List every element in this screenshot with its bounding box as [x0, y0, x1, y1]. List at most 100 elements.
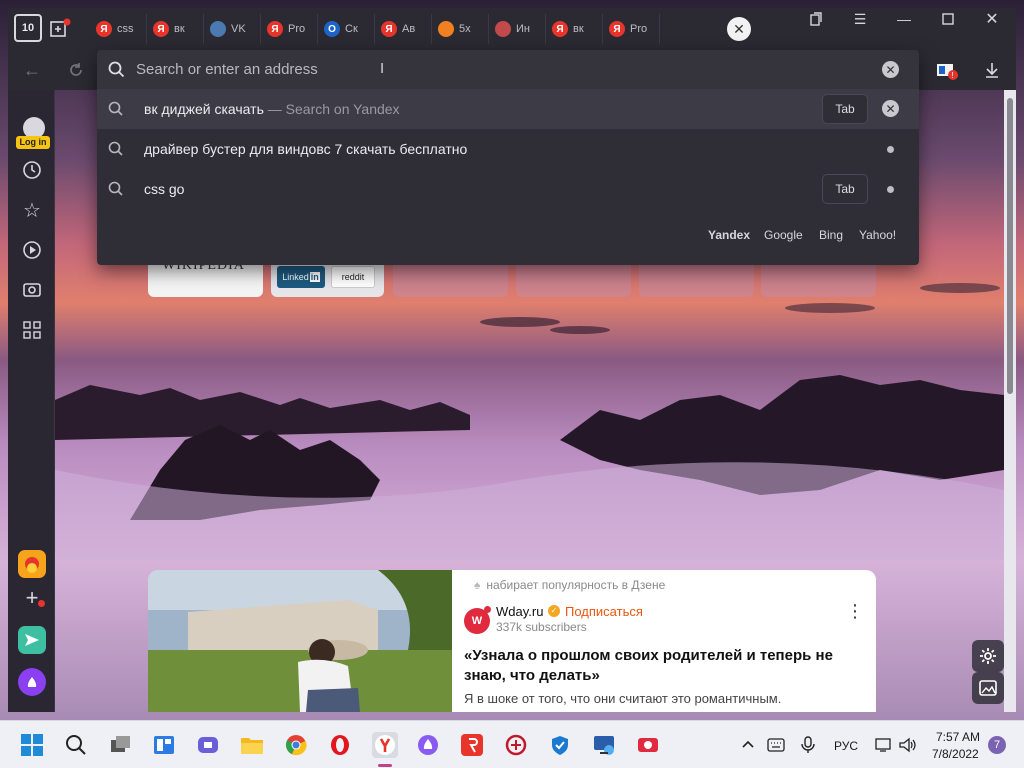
switch-tab-chip[interactable]: Tab	[822, 94, 868, 124]
alice-app-icon[interactable]	[416, 733, 440, 757]
keyboard-icon[interactable]	[764, 733, 788, 757]
close-window-button[interactable]: ✕	[970, 4, 1014, 34]
close-tab-button[interactable]: ✕	[719, 14, 759, 44]
notification-dot	[38, 600, 45, 607]
browser-tab[interactable]: VK	[204, 14, 261, 44]
browser-tab[interactable]: Яcss	[90, 14, 147, 44]
windows-start-icon[interactable]	[20, 733, 44, 757]
new-tab-icon[interactable]	[48, 17, 72, 41]
text-cursor-icon: I	[380, 60, 385, 77]
clear-address-button[interactable]: ✕	[882, 61, 899, 78]
switch-tab-chip[interactable]: Tab	[822, 174, 868, 204]
speed-dial-empty-2[interactable]	[516, 262, 631, 297]
browser-tab[interactable]: Явк	[147, 14, 204, 44]
tab-favicon-icon: Я	[381, 21, 397, 37]
speed-dial-empty-3[interactable]	[639, 262, 754, 297]
messenger-icon[interactable]	[18, 626, 46, 654]
gallery-image-icon[interactable]	[972, 672, 1004, 704]
opera-icon[interactable]	[328, 733, 352, 757]
download-icon[interactable]	[980, 58, 1004, 82]
login-label: Log in	[16, 136, 50, 149]
suggestion-item[interactable]: css go Tab	[97, 169, 919, 209]
yandex-services-icon[interactable]	[18, 550, 46, 578]
browser-tab[interactable]: Я Pro	[603, 14, 660, 44]
tab-manager-button[interactable]: 10	[14, 14, 42, 42]
article-headline[interactable]: «Узнала о прошлом своих родителей и тепе…	[464, 646, 864, 686]
notification-badge[interactable]: 7	[988, 736, 1006, 754]
remote-desktop-icon[interactable]	[592, 733, 616, 757]
security-shield-icon[interactable]	[548, 733, 572, 757]
bookmarks-collections-icon[interactable]	[794, 4, 838, 34]
suggestion-item[interactable]: вк диджей скачать — Search on Yandex Tab…	[97, 89, 919, 129]
back-arrow-icon[interactable]: ←	[20, 58, 44, 82]
alice-icon[interactable]	[18, 668, 46, 696]
input-language[interactable]: РУС	[834, 739, 858, 753]
more-options-icon[interactable]: ⋮	[846, 602, 864, 620]
task-view-icon[interactable]	[108, 733, 132, 757]
microphone-icon[interactable]	[796, 733, 820, 757]
engine-google[interactable]: Google	[764, 228, 803, 242]
network-icon[interactable]	[872, 733, 896, 757]
dzen-feed-card[interactable]: ♠ набирает популярность в Дзене W Wday.ru…	[148, 570, 876, 712]
screenshot-icon[interactable]	[20, 278, 44, 302]
screen-recorder-icon[interactable]	[636, 733, 660, 757]
yandex-browser-icon[interactable]	[372, 732, 398, 758]
tab-label: Pro	[630, 23, 648, 35]
engine-yahoo[interactable]: Yahoo!	[859, 228, 896, 242]
apps-grid-icon[interactable]	[20, 318, 44, 342]
history-icon[interactable]	[20, 158, 44, 182]
reload-icon[interactable]	[64, 58, 88, 82]
teams-chat-icon[interactable]	[196, 733, 220, 757]
suggestion-item[interactable]: драйвер бустер для виндовс 7 скачать бес…	[97, 129, 919, 169]
speed-dial-wikipedia[interactable]: WIKIPEDIA	[148, 258, 263, 297]
yandex-app-icon[interactable]	[460, 733, 484, 757]
volume-icon[interactable]	[896, 733, 920, 757]
speed-dial-empty-1[interactable]	[393, 262, 508, 297]
login-button[interactable]: Log in	[16, 114, 50, 149]
scrollbar-thumb[interactable]	[1007, 98, 1013, 394]
browser-tab[interactable]: Ин	[489, 14, 546, 44]
chevron-up-icon[interactable]	[736, 733, 760, 757]
tab-label: css	[117, 23, 134, 35]
page-scrollbar[interactable]	[1004, 90, 1016, 712]
browser-tab[interactable]: Явк	[546, 14, 603, 44]
play-icon[interactable]	[20, 238, 44, 262]
address-input[interactable]	[136, 58, 836, 80]
clock-date[interactable]: 7/8/2022	[932, 747, 979, 761]
source-name[interactable]: Wday.ru	[496, 604, 543, 619]
suggestion-dot	[887, 146, 894, 153]
remove-suggestion-button[interactable]: ✕	[882, 100, 899, 117]
tab-label: Ав	[402, 23, 416, 35]
engine-bing[interactable]: Bing	[819, 228, 843, 242]
tab-label: 5x	[459, 23, 471, 35]
maximize-button[interactable]	[926, 4, 970, 34]
chrome-icon[interactable]	[284, 733, 308, 757]
settings-gear-icon[interactable]	[972, 640, 1004, 672]
game-app-icon[interactable]	[504, 733, 528, 757]
speed-dial-linkedin-reddit[interactable]: Linked in reddit	[271, 262, 384, 297]
tab-favicon-icon: Я	[96, 21, 112, 37]
minimize-button[interactable]: —	[882, 4, 926, 34]
file-explorer-icon[interactable]	[240, 733, 264, 757]
tab-favicon-icon	[438, 21, 454, 37]
article-body: ♠ набирает популярность в Дзене W Wday.ru…	[464, 570, 876, 712]
subscribe-link[interactable]: Подписаться	[565, 604, 643, 619]
browser-tab[interactable]: Я Pro	[261, 14, 318, 44]
menu-icon[interactable]: ☰	[838, 4, 882, 34]
speed-dial-empty-4[interactable]	[761, 262, 876, 297]
tab-favicon-icon	[210, 21, 226, 37]
search-icon[interactable]	[64, 733, 88, 757]
tab-label: Pro	[288, 23, 306, 35]
engine-yandex[interactable]: Yandex	[708, 228, 750, 242]
extension-icon[interactable]: !	[934, 58, 960, 82]
browser-tab[interactable]: 5x	[432, 14, 489, 44]
close-icon: ✕	[727, 17, 751, 41]
tab-label: вк	[174, 23, 185, 35]
active-app-indicator	[378, 764, 392, 767]
add-service-icon[interactable]: +	[20, 585, 45, 610]
browser-tab[interactable]: Я Ав	[375, 14, 432, 44]
clock-time[interactable]: 7:57 AM	[936, 730, 980, 744]
widgets-icon[interactable]	[152, 733, 176, 757]
browser-tab[interactable]: O Ск	[318, 14, 375, 44]
star-icon[interactable]: ☆	[20, 198, 44, 222]
